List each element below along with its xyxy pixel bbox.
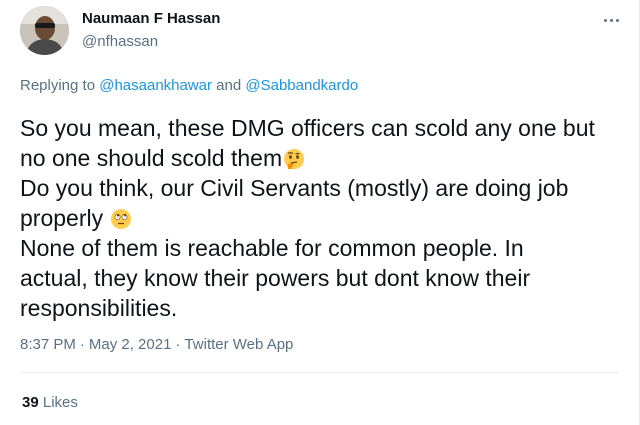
meta-separator: · (175, 336, 181, 353)
tweet-line: no one should scold them (20, 145, 283, 171)
tweet-line: None of them is reachable for common peo… (20, 235, 524, 261)
tweet-text: So you mean, these DMG officers can scol… (20, 113, 620, 323)
avatar-photo-icon (20, 6, 69, 55)
tweet-line-with-emoji: no one should scold them (20, 143, 620, 173)
tweet-meta: 8:37 PM · May 2, 2021 · Twitter Web App (20, 336, 293, 353)
tweet-line: So you mean, these DMG officers can scol… (20, 115, 595, 141)
rolling-eyes-icon (110, 208, 132, 230)
tweet-card: Naumaan F Hassan @nfhassan Replying to @… (0, 0, 640, 425)
tweet-line: Do you think, our Civil Servants (mostly… (20, 175, 569, 201)
author-name[interactable]: Naumaan F Hassan (82, 10, 220, 27)
mention-link-sabbandkardo[interactable]: @Sabbandkardo (245, 77, 358, 94)
replying-prefix: Replying to (20, 77, 100, 94)
meta-separator: · (79, 336, 85, 353)
avatar[interactable] (20, 6, 69, 55)
tweet-line: properly (20, 205, 110, 231)
replying-to: Replying to @hasaankhawar and @Sabbandka… (20, 77, 358, 94)
tweet-source[interactable]: Twitter Web App (184, 336, 293, 353)
more-options-icon[interactable] (596, 8, 626, 32)
tweet-line: actual, they know their powers but dont … (20, 265, 531, 291)
thinking-face-icon (283, 148, 305, 170)
tweet-time[interactable]: 8:37 PM (20, 336, 76, 353)
likes-label: Likes (42, 394, 78, 411)
tweet-line: responsibilities. (20, 295, 178, 321)
likes-count: 39 (22, 394, 39, 411)
likes-link[interactable]: 39 Likes (22, 394, 78, 411)
author-handle[interactable]: @nfhassan (82, 33, 158, 50)
divider (20, 372, 619, 373)
mention-link-hasaankhawar[interactable]: @hasaankhawar (99, 77, 212, 94)
replying-conjunction: and (212, 77, 246, 94)
tweet-line-with-emoji: properly (20, 203, 620, 233)
tweet-date[interactable]: May 2, 2021 (89, 336, 172, 353)
